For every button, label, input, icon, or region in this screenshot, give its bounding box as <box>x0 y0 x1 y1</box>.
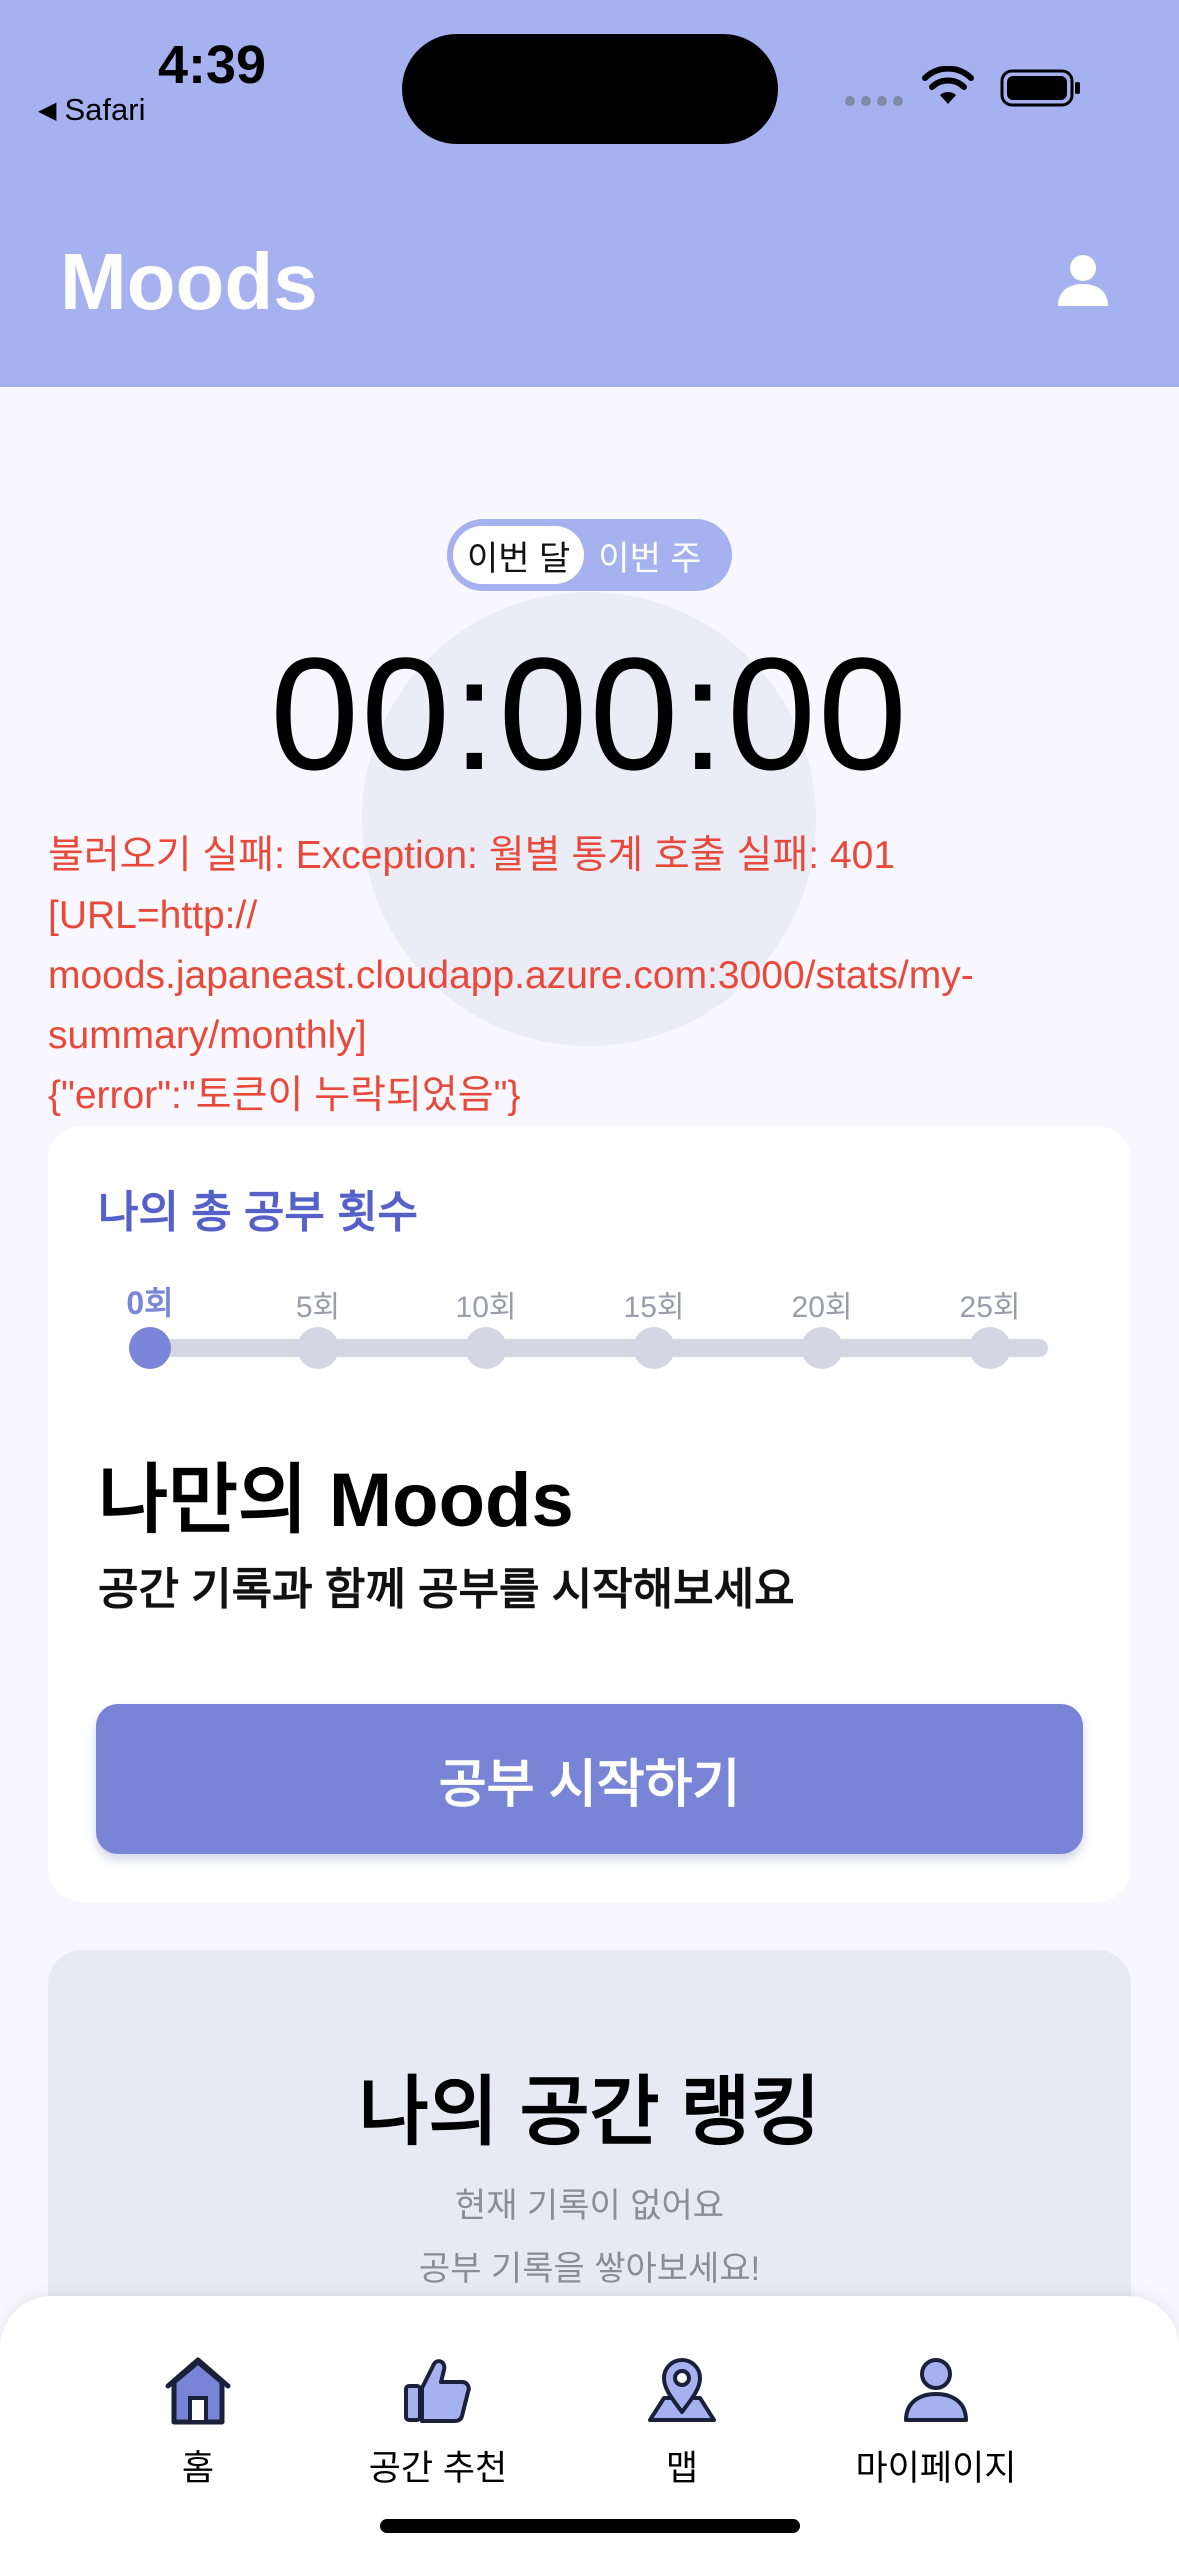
app-header: 4:39 ◀ Safari Moods <box>0 0 1179 387</box>
person-icon[interactable] <box>1056 254 1110 308</box>
home-icon <box>165 2357 231 2425</box>
back-app-label: Safari <box>64 92 146 127</box>
bottom-navigation: 홈 공간 추천 맵 마이페이지 <box>0 2296 1179 2556</box>
progress-dot <box>297 1327 339 1369</box>
nav-space-recommend[interactable]: 공간 추천 <box>318 2354 558 2491</box>
study-progress-track <box>150 1339 1048 1357</box>
progress-dot <box>633 1327 675 1369</box>
home-indicator[interactable] <box>380 2519 800 2533</box>
ranking-empty-hint: 공부 기록을 쌓아보세요! <box>418 2250 761 2288</box>
toggle-this-month[interactable]: 이번 달 <box>453 526 585 584</box>
nav-map-label: 맵 <box>665 2449 699 2488</box>
thumbs-up-icon <box>404 2359 471 2423</box>
ranking-empty-message: 현재 기록이 없어요 <box>454 2187 725 2225</box>
person-icon <box>904 2358 968 2422</box>
space-ranking-title: 나의 공간 랭킹 <box>358 2070 821 2155</box>
tick-label: 10회 <box>455 1291 517 1324</box>
my-moods-heading: 나만의 Moods <box>98 1458 574 1543</box>
back-arrow-icon: ◀ <box>38 96 57 124</box>
nav-mypage-label: 마이페이지 <box>855 2449 1017 2488</box>
tick-label: 25회 <box>959 1291 1021 1324</box>
wifi-icon <box>922 66 974 104</box>
period-toggle[interactable]: 이번 달 이번 주 <box>447 519 732 591</box>
progress-dot <box>969 1327 1011 1369</box>
toggle-this-week[interactable]: 이번 주 <box>584 526 715 584</box>
status-time: 4:39 <box>158 35 267 95</box>
progress-dot <box>465 1327 507 1369</box>
nav-home-label: 홈 <box>181 2449 215 2488</box>
progress-dot-current <box>129 1327 171 1369</box>
nav-mypage[interactable]: 마이페이지 <box>816 2354 1056 2491</box>
start-study-button[interactable]: 공부 시작하기 <box>96 1704 1083 1854</box>
nav-home[interactable]: 홈 <box>78 2354 318 2491</box>
nav-space-recommend-label: 공간 추천 <box>368 2449 508 2488</box>
my-moods-subheading: 공간 기록과 함께 공부를 시작해보세요 <box>98 1565 795 1614</box>
study-count-card: 나의 총 공부 횟수 0회 5회 10회 15회 20회 25회 나만의 Moo… <box>48 1126 1131 1902</box>
progress-dot <box>801 1327 843 1369</box>
back-to-safari[interactable]: ◀ Safari <box>38 92 145 128</box>
tick-label: 0회 <box>126 1285 174 1321</box>
tick-label: 15회 <box>623 1291 685 1324</box>
study-timer: 00:00:00 <box>270 624 909 803</box>
error-message: 불러오기 실패: Exception: 월별 통계 호출 실패: 401 [UR… <box>48 834 974 1117</box>
nav-map[interactable]: 맵 <box>562 2354 802 2491</box>
study-count-title: 나의 총 공부 횟수 <box>98 1188 419 1237</box>
dynamic-island <box>402 34 778 144</box>
battery-icon <box>1000 69 1080 107</box>
signal-icon <box>845 96 903 106</box>
tick-label: 5회 <box>295 1291 341 1324</box>
tick-label: 20회 <box>791 1291 853 1324</box>
map-pin-icon <box>648 2358 716 2422</box>
app-title: Moods <box>60 237 318 326</box>
